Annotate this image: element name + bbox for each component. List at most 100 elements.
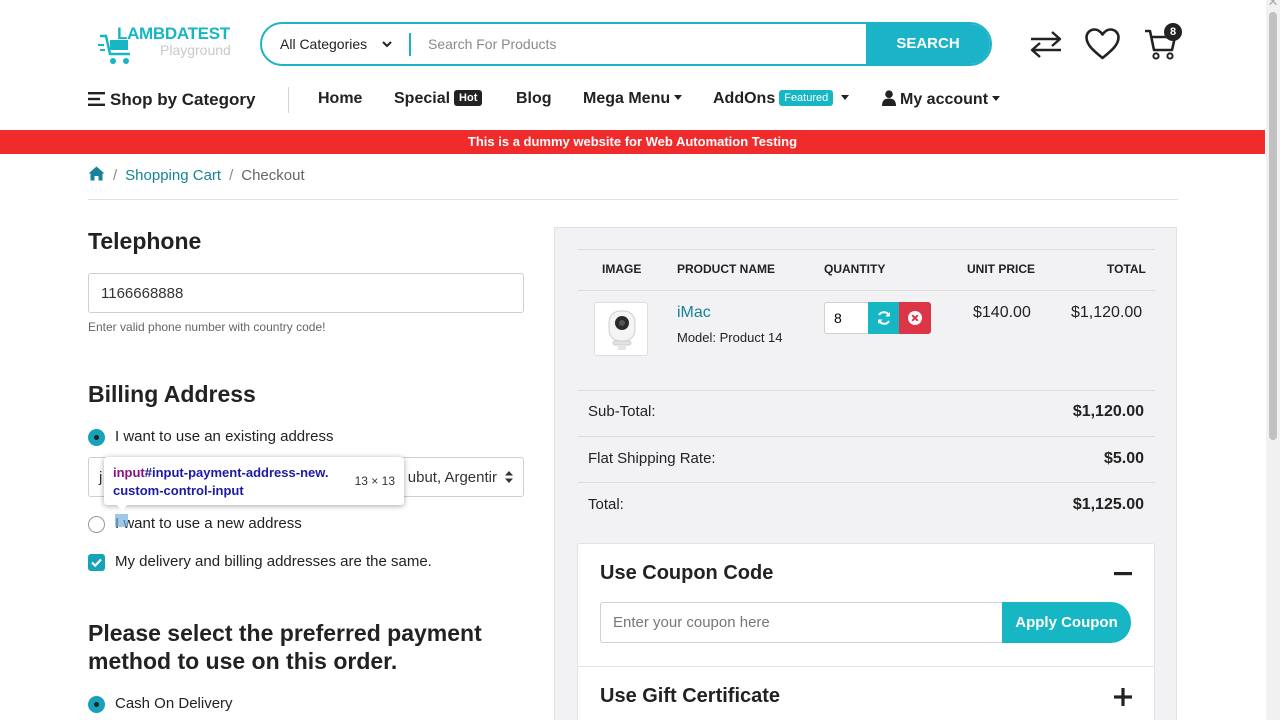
- nav-mega-menu-label: Mega Menu: [583, 90, 671, 107]
- shipping-label: Flat Shipping Rate:: [588, 450, 716, 467]
- home-icon[interactable]: [88, 166, 105, 181]
- cash-on-delivery-radio[interactable]: [88, 696, 105, 713]
- chevron-down-icon: [382, 41, 392, 48]
- breadcrumb-separator: /: [113, 167, 118, 184]
- shipping-value: $5.00: [1103, 450, 1144, 467]
- coupon-heading[interactable]: Use Coupon Code: [600, 562, 773, 585]
- nav-blog[interactable]: Blog: [516, 90, 552, 108]
- notice-banner: This is a dummy website for Web Automati…: [0, 130, 1265, 154]
- search-separator: [409, 33, 411, 56]
- telephone-input[interactable]: [88, 273, 524, 313]
- caret-down-icon: [992, 96, 1001, 101]
- category-select[interactable]: All Categories: [280, 36, 367, 52]
- hamburger-icon: [88, 92, 105, 106]
- same-address-checkbox[interactable]: [88, 554, 105, 571]
- total-value: $1,125.00: [1072, 496, 1144, 513]
- tooltip-size: 13 × 13: [354, 474, 395, 488]
- page-scrollbar[interactable]: ✕: [1266, 0, 1280, 720]
- nav-my-account[interactable]: My account: [882, 90, 1001, 109]
- breadcrumb: / Shopping Cart / Checkout: [88, 166, 305, 184]
- cart-count-badge: 8: [1164, 23, 1182, 41]
- update-quantity-button[interactable]: [868, 302, 900, 334]
- devtools-inspector-tooltip: input#input-payment-address-new. custom-…: [104, 457, 404, 511]
- breadcrumb-shopping-cart[interactable]: Shopping Cart: [125, 167, 221, 184]
- payment-heading-line2: method to use on this order.: [88, 648, 398, 674]
- subtotal-label: Sub-Total:: [588, 403, 656, 420]
- site-logo[interactable]: LAMBDATEST Playground: [98, 22, 243, 70]
- product-camera-image: [608, 310, 636, 350]
- billing-address-heading: Billing Address: [88, 381, 256, 407]
- table-row-border: [578, 390, 1155, 391]
- col-header-product-name: PRODUCT NAME: [677, 262, 775, 276]
- nav-addons-label: AddOns: [713, 90, 776, 107]
- hot-tag: Hot: [454, 90, 483, 106]
- col-header-image: IMAGE: [602, 262, 642, 276]
- check-icon: [91, 558, 102, 568]
- tooltip-selector: input#input-payment-address-new.: [113, 465, 328, 480]
- gift-certificate-heading[interactable]: Use Gift Certificate: [600, 685, 780, 708]
- totals-divider: [578, 482, 1155, 483]
- table-top-border: [578, 249, 1155, 250]
- apply-coupon-button[interactable]: Apply Coupon: [1002, 602, 1131, 643]
- remove-item-button[interactable]: [899, 302, 931, 334]
- logo-subtitle: Playground: [160, 42, 231, 58]
- product-name-link[interactable]: iMac: [677, 304, 711, 322]
- main-nav: Shop by Category Home Special Hot Blog Me…: [0, 87, 1280, 113]
- refresh-icon: [878, 311, 890, 325]
- nav-special[interactable]: Special Hot: [394, 90, 483, 108]
- quantity-input[interactable]: [824, 302, 869, 334]
- col-header-unit-price: UNIT PRICE: [967, 262, 1036, 276]
- select-arrows-icon: [505, 471, 513, 483]
- nav-special-label: Special: [394, 90, 451, 107]
- same-address-label[interactable]: My delivery and billing addresses are th…: [115, 553, 432, 570]
- total-label: Total:: [588, 496, 624, 513]
- compare-icon[interactable]: [1028, 30, 1064, 58]
- caret-down-icon: [674, 95, 683, 100]
- logo-brand: LAMBDATEST: [117, 24, 230, 43]
- payment-heading-line1: Please select the preferred payment: [88, 620, 482, 646]
- wishlist-heart-icon[interactable]: [1084, 27, 1121, 61]
- col-header-quantity: QUANTITY: [824, 262, 886, 276]
- nav-divider: [288, 87, 289, 113]
- table-header-border: [578, 290, 1155, 291]
- nav-mega-menu[interactable]: Mega Menu: [583, 90, 683, 108]
- caret-down-icon: [841, 95, 850, 100]
- search-button[interactable]: SEARCH: [866, 24, 990, 64]
- tooltip-arrow: [116, 504, 128, 511]
- telephone-heading: Telephone: [88, 228, 202, 254]
- existing-address-radio[interactable]: [88, 429, 105, 446]
- search-input[interactable]: [412, 24, 867, 64]
- subtotal-value: $1,120.00: [1072, 403, 1144, 420]
- totals-divider: [578, 436, 1155, 437]
- nav-home[interactable]: Home: [318, 90, 362, 108]
- shop-by-category-label: Shop by Category: [110, 90, 256, 109]
- expand-plus-icon[interactable]: [1114, 688, 1132, 706]
- existing-address-label[interactable]: I want to use an existing address: [115, 428, 333, 445]
- close-icon[interactable]: ✕: [1266, 0, 1280, 10]
- row-total: $1,120.00: [1071, 304, 1143, 321]
- tooltip-tag: input: [113, 465, 145, 480]
- col-header-total: TOTAL: [1107, 262, 1146, 276]
- breadcrumb-separator: /: [229, 167, 234, 184]
- tooltip-class: custom-control-input: [113, 483, 244, 498]
- shop-by-category-menu[interactable]: Shop by Category: [88, 90, 255, 110]
- new-address-radio[interactable]: [88, 516, 105, 533]
- inspector-highlight: [115, 514, 128, 527]
- nav-addons[interactable]: AddOns Featured: [713, 90, 850, 108]
- address-select-leading-text: j: [99, 469, 103, 486]
- new-address-label[interactable]: I want to use a new address: [115, 515, 302, 532]
- card-divider: [578, 666, 1154, 667]
- product-thumbnail[interactable]: [594, 302, 648, 356]
- unit-price: $140.00: [973, 304, 1031, 321]
- scrollbar-thumb[interactable]: [1269, 12, 1277, 440]
- product-model: Model: Product 14: [677, 330, 783, 345]
- tooltip-id: #input-payment-address-new.: [144, 465, 329, 480]
- coupon-input[interactable]: [600, 602, 1004, 643]
- user-icon: [882, 90, 896, 106]
- payment-method-heading: Please select the preferred payment meth…: [88, 619, 482, 675]
- collapse-minus-icon[interactable]: [1114, 572, 1132, 576]
- remove-icon: [908, 311, 922, 325]
- cash-on-delivery-label[interactable]: Cash On Delivery: [115, 695, 233, 712]
- nav-my-account-label: My account: [900, 91, 989, 108]
- featured-tag: Featured: [779, 90, 834, 106]
